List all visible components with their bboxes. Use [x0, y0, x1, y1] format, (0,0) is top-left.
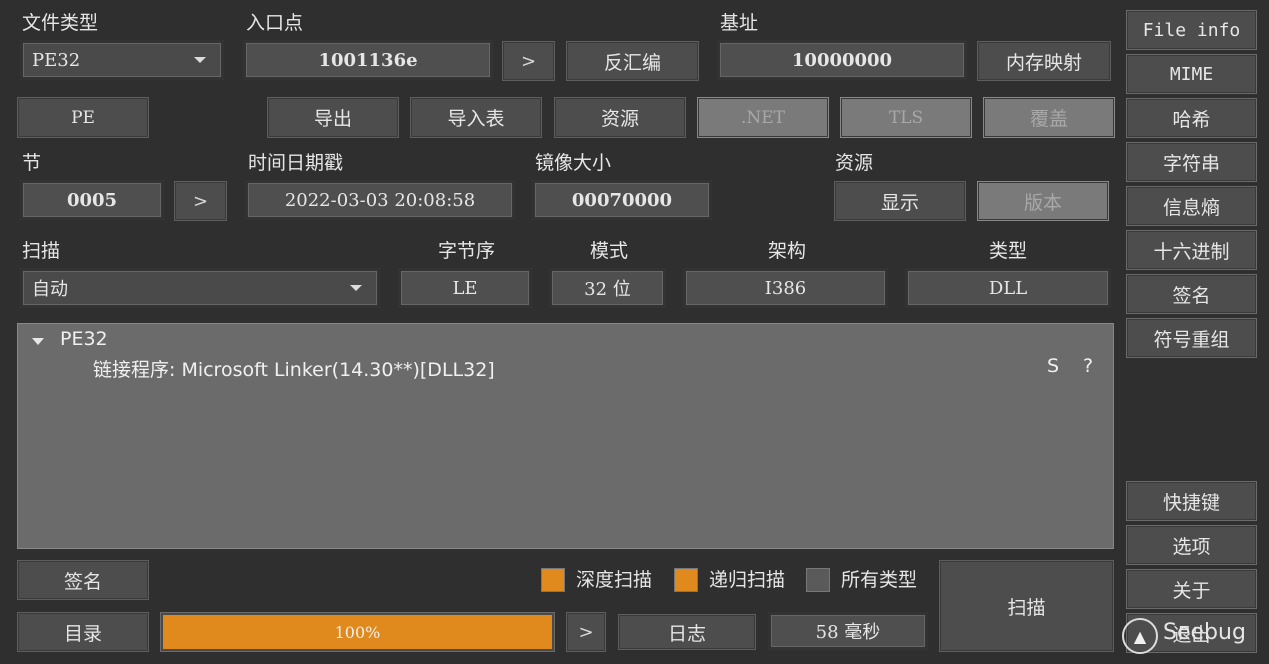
resources-button[interactable]: 资源: [554, 97, 686, 138]
file-type-label: 文件类型: [22, 12, 99, 34]
type-label: 类型: [989, 240, 1028, 262]
about-button[interactable]: 关于: [1126, 569, 1257, 609]
type-value: DLL: [908, 271, 1108, 305]
demangle-button[interactable]: 符号重组: [1126, 318, 1257, 358]
scan-button[interactable]: 扫描: [939, 560, 1114, 652]
timestamp-label: 时间日期戳: [248, 152, 344, 174]
signatures-button[interactable]: 签名: [1126, 274, 1257, 314]
all-types-label: 所有类型: [841, 569, 918, 591]
disasm-button[interactable]: 反汇编: [566, 41, 699, 81]
entry-point-value: 1001136e: [246, 43, 490, 77]
export-button[interactable]: 导出: [267, 97, 399, 138]
deep-scan-checkbox[interactable]: [541, 568, 565, 592]
progress-label: 100%: [334, 622, 381, 642]
overlay-button[interactable]: 覆盖: [983, 97, 1115, 138]
entry-point-label: 入口点: [246, 12, 304, 34]
dotnet-button[interactable]: .NET: [697, 97, 829, 138]
image-size-value: 00070000: [535, 183, 709, 217]
section-follow-button[interactable]: >: [174, 181, 227, 221]
memory-map-button[interactable]: 内存映射: [977, 41, 1111, 81]
elapsed-time: 58 毫秒: [771, 615, 925, 647]
image-size-label: 镜像大小: [535, 152, 612, 174]
seebug-logo-icon: ▲: [1122, 618, 1158, 654]
mime-button[interactable]: MIME: [1126, 54, 1257, 94]
architecture-label: 架构: [768, 240, 807, 262]
recursive-scan-checkbox[interactable]: [674, 568, 698, 592]
scan-progress-bar: 100%: [160, 612, 555, 652]
scan-label: 扫描: [22, 240, 61, 262]
timestamp-value: 2022-03-03 20:08:58: [248, 183, 512, 217]
show-resources-button[interactable]: 显示: [834, 181, 966, 221]
chevron-right-icon: >: [192, 190, 209, 212]
directory-button[interactable]: 目录: [17, 612, 149, 652]
tls-button[interactable]: TLS: [840, 97, 972, 138]
architecture-value: I386: [686, 271, 885, 305]
entry-point-follow-button[interactable]: >: [502, 41, 555, 81]
deep-scan-label: 深度扫描: [576, 569, 653, 591]
file-type-select[interactable]: PE32: [23, 43, 221, 77]
shortcuts-button[interactable]: 快捷键: [1126, 481, 1257, 521]
result-signature-flag[interactable]: S: [1047, 355, 1059, 377]
scan-mode-select[interactable]: 自动: [23, 271, 377, 305]
strings-button[interactable]: 字符串: [1126, 142, 1257, 182]
section-label: 节: [22, 152, 42, 174]
scan-result-tree[interactable]: PE32 链接程序: Microsoft Linker(14.30**)[DLL…: [17, 323, 1114, 549]
base-address-label: 基址: [720, 12, 759, 34]
import-button[interactable]: 导入表: [410, 97, 542, 138]
expand-triangle-icon[interactable]: [32, 338, 44, 345]
log-button[interactable]: 日志: [618, 614, 756, 650]
byte-order-value: LE: [401, 271, 529, 305]
mode-value: 32 位: [552, 271, 663, 305]
resources-label: 资源: [835, 152, 874, 174]
base-address-value: 10000000: [720, 43, 964, 77]
hex-button[interactable]: 十六进制: [1126, 230, 1257, 270]
all-types-checkbox[interactable]: [806, 568, 830, 592]
mode-label: 模式: [590, 240, 629, 262]
result-linker-line[interactable]: 链接程序: Microsoft Linker(14.30**)[DLL32]: [93, 355, 495, 382]
file-info-button[interactable]: File info: [1126, 10, 1257, 50]
chevron-right-icon: >: [578, 621, 594, 643]
byte-order-label: 字节序: [438, 240, 496, 262]
file-type-value: PE32: [32, 49, 81, 71]
version-button[interactable]: 版本: [977, 181, 1109, 221]
options-button[interactable]: 选项: [1126, 525, 1257, 565]
result-root[interactable]: PE32: [60, 328, 108, 350]
result-help-flag[interactable]: ?: [1083, 355, 1093, 377]
progress-follow-button[interactable]: >: [566, 612, 606, 652]
watermark-text: Seebug: [1163, 620, 1246, 645]
section-value: 0005: [23, 183, 161, 217]
pe-button[interactable]: PE: [17, 97, 149, 138]
entropy-button[interactable]: 信息熵: [1126, 186, 1257, 226]
recursive-scan-label: 递归扫描: [709, 569, 786, 591]
chevron-down-icon: [194, 57, 206, 63]
chevron-right-icon: >: [520, 50, 537, 72]
signature-button[interactable]: 签名: [17, 560, 149, 600]
hash-button[interactable]: 哈希: [1126, 98, 1257, 138]
chevron-down-icon: [350, 285, 362, 291]
scan-mode-value: 自动: [32, 279, 68, 300]
